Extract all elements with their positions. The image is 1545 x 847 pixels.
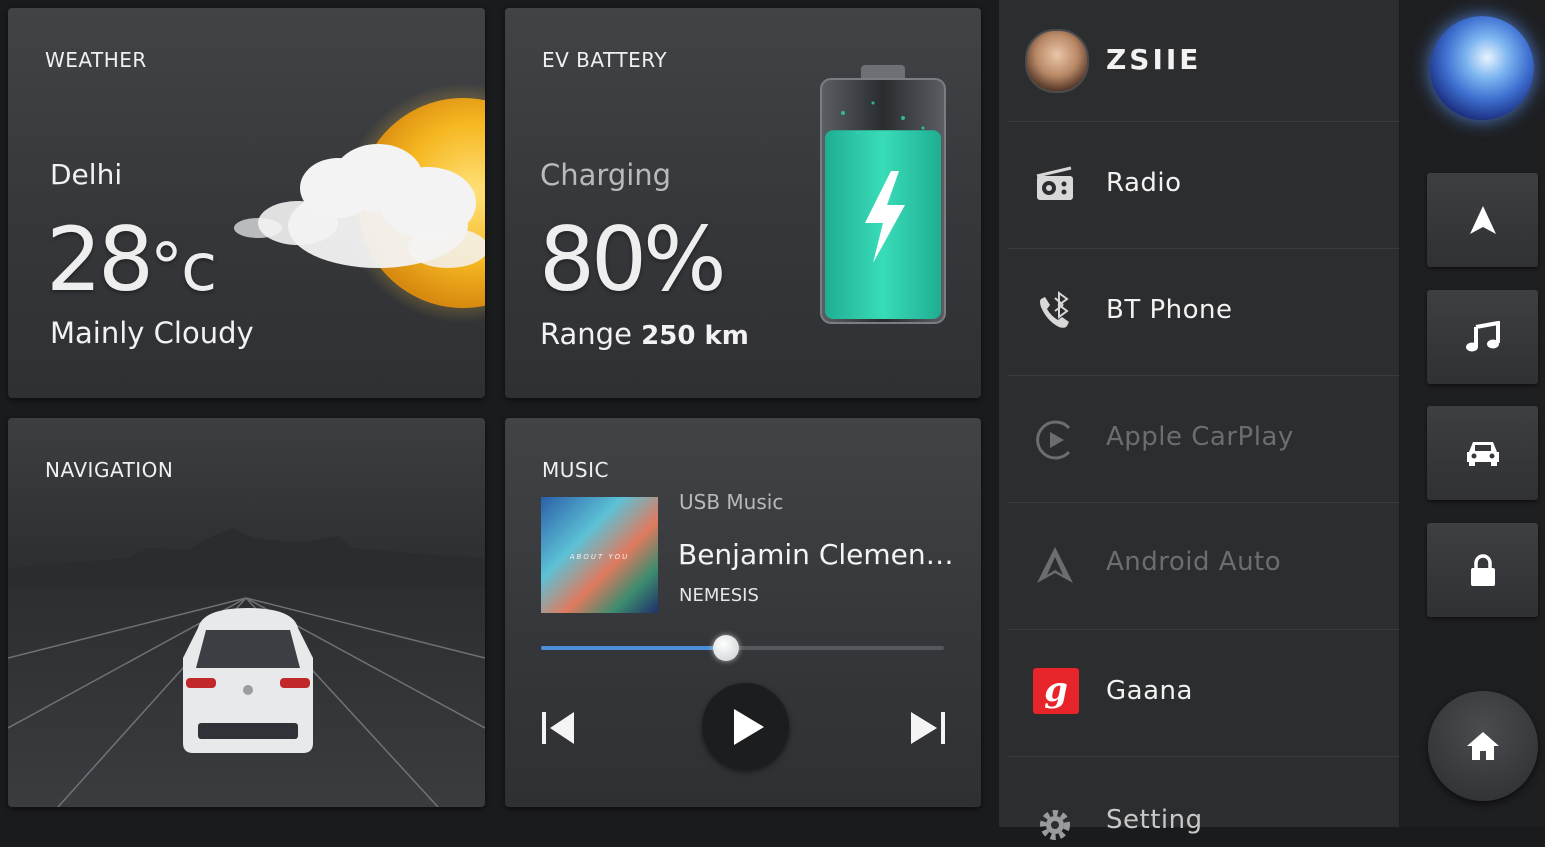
sidebar-item-setting[interactable]: Setting — [1007, 757, 1399, 840]
bluetooth-phone-icon — [1040, 291, 1069, 328]
sidebar-item-bt-phone[interactable]: BT Phone — [1007, 249, 1399, 376]
sidebar-item-label: Setting — [1106, 805, 1203, 835]
weather-temperature: 28°c — [46, 208, 217, 311]
previous-track-button[interactable] — [540, 710, 580, 746]
gear-icon — [1040, 810, 1070, 840]
next-icon — [911, 712, 945, 744]
navigation-arrow-icon — [1469, 206, 1496, 234]
music-title: MUSIC — [542, 458, 609, 482]
app-sidebar: ZSIIE Radio BT Phone Apple CarPlay Andro… — [999, 0, 1399, 840]
navigation-card[interactable]: NAVIGATION — [8, 418, 485, 807]
sidebar-item-label: Radio — [1106, 168, 1182, 198]
android-auto-icon — [1037, 547, 1073, 583]
weather-card[interactable]: WEATHER Delhi 28°c Mainly Cloudy — [8, 8, 485, 398]
sidebar-item-apple-carplay[interactable]: Apple CarPlay — [1007, 376, 1399, 503]
voice-assistant-orb[interactable] — [1430, 16, 1534, 120]
home-icon — [1467, 732, 1499, 760]
battery-percent: 80% — [539, 208, 727, 311]
ev-battery-card[interactable]: EV BATTERY Charging 80% Range 250 km — [505, 8, 981, 398]
lock-icon — [1470, 554, 1495, 586]
battery-charge-icon — [820, 65, 946, 324]
album-art-text: ABOUT YOU — [569, 553, 630, 561]
car-icon — [1466, 442, 1499, 466]
play-button[interactable] — [702, 683, 789, 770]
weather-condition: Mainly Cloudy — [50, 316, 254, 350]
gaana-icon: g — [1033, 668, 1079, 714]
progress-slider[interactable] — [541, 635, 944, 661]
sidebar-item-label: Gaana — [1106, 676, 1193, 706]
sidebar-item-label: Android Auto — [1106, 547, 1282, 577]
album-art[interactable]: ABOUT YOU — [541, 497, 658, 613]
avatar[interactable] — [1025, 29, 1089, 93]
navigation-road-scene — [8, 528, 485, 807]
carplay-icon — [1036, 420, 1071, 460]
weather-city: Delhi — [50, 158, 123, 191]
track-title: Benjamin Clemen… — [678, 538, 954, 571]
progress-fill — [541, 646, 727, 650]
next-track-button[interactable] — [909, 710, 949, 746]
navigation-title: NAVIGATION — [45, 458, 174, 482]
sidebar-item-label: BT Phone — [1106, 295, 1233, 325]
lock-shortcut-button[interactable] — [1427, 523, 1538, 617]
battery-range: Range 250 km — [540, 317, 749, 351]
previous-icon — [542, 712, 574, 744]
music-shortcut-button[interactable] — [1427, 290, 1538, 384]
radio-icon — [1036, 166, 1073, 200]
sidebar-item-android-auto[interactable]: Android Auto — [1007, 503, 1399, 630]
music-card[interactable]: MUSIC ABOUT YOU USB Music Benjamin Cleme… — [505, 418, 981, 807]
sidebar-item-radio[interactable]: Radio — [1007, 122, 1399, 249]
home-button[interactable] — [1428, 691, 1538, 801]
music-source: USB Music — [679, 490, 784, 514]
profile-name: ZSIIE — [1106, 43, 1202, 76]
battery-status: Charging — [540, 158, 672, 192]
progress-knob[interactable] — [713, 635, 740, 661]
sidebar-item-gaana[interactable]: g Gaana — [1007, 630, 1399, 757]
sun-cloud-icon — [234, 83, 485, 323]
profile-row[interactable]: ZSIIE — [1007, 0, 1399, 122]
music-note-icon — [1465, 321, 1500, 352]
vehicle-shortcut-button[interactable] — [1427, 406, 1538, 500]
track-artist: NEMESIS — [679, 585, 759, 606]
battery-title: EV BATTERY — [542, 48, 668, 72]
weather-title: WEATHER — [45, 48, 147, 72]
sidebar-item-label: Apple CarPlay — [1106, 422, 1294, 452]
play-icon — [734, 709, 764, 745]
navigation-shortcut-button[interactable] — [1427, 173, 1538, 267]
